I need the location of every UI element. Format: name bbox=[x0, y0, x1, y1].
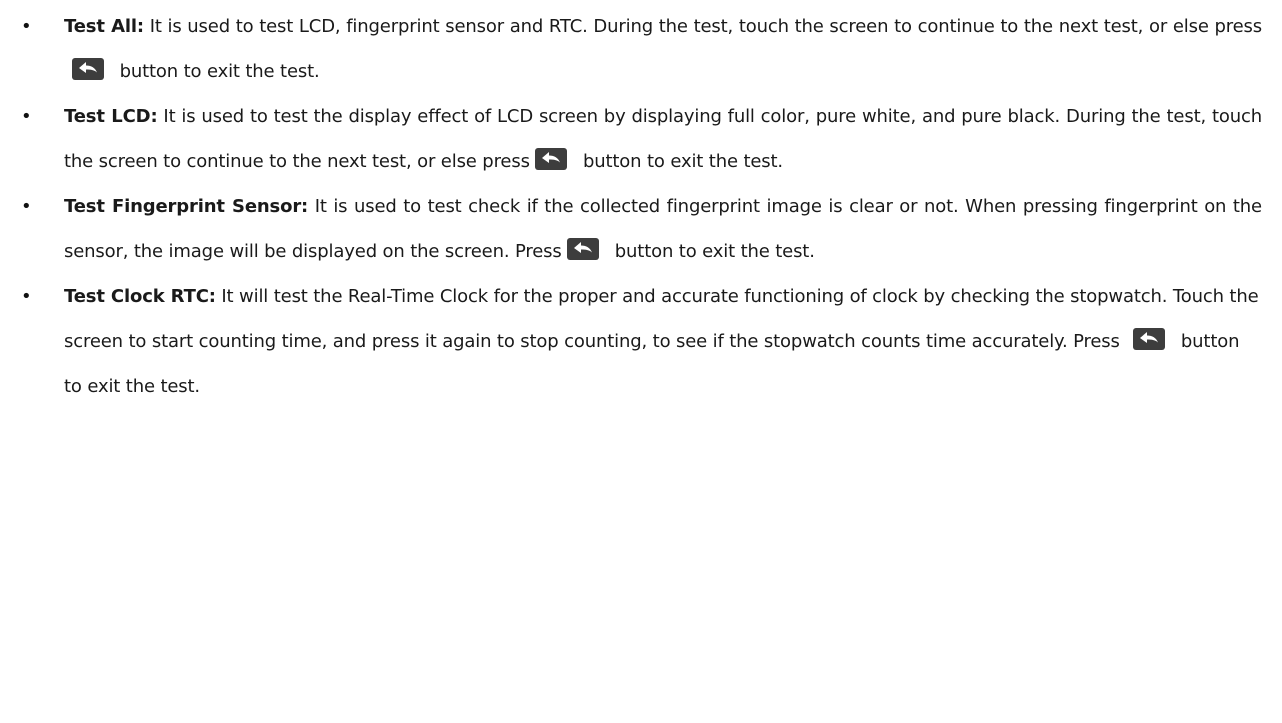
item-text-after: button to exit the test. bbox=[114, 61, 320, 82]
item-term: Test All: bbox=[64, 16, 144, 37]
bullet: • bbox=[21, 286, 32, 307]
list-item-test-fingerprint-sensor: • Test Fingerprint Sensor: It is used to… bbox=[0, 184, 1282, 274]
bullet: • bbox=[21, 16, 32, 37]
back-arrow-icon bbox=[567, 238, 600, 260]
list-item-test-all: • Test All: It is used to test LCD, fing… bbox=[0, 4, 1282, 94]
item-term: Test LCD: bbox=[64, 106, 158, 127]
bullet: • bbox=[21, 196, 32, 217]
back-arrow-icon bbox=[72, 58, 104, 80]
bullet: • bbox=[21, 106, 32, 127]
item-term: Test Clock RTC: bbox=[64, 286, 216, 307]
document-body: • Test All: It is used to test LCD, fing… bbox=[0, 4, 1282, 409]
item-text: It will test the Real-Time Clock for the… bbox=[64, 286, 1259, 352]
back-arrow-icon bbox=[1133, 328, 1166, 350]
list-item-test-clock-rtc: • Test Clock RTC: It will test the Real-… bbox=[0, 274, 1282, 409]
item-text: It is used to test LCD, fingerprint sens… bbox=[143, 16, 1262, 37]
list-item-test-lcd: • Test LCD: It is used to test the displ… bbox=[0, 94, 1282, 184]
back-arrow-icon bbox=[535, 148, 568, 170]
item-text-after: button to exit the test. bbox=[609, 241, 815, 262]
item-term: Test Fingerprint Sensor: bbox=[64, 196, 309, 217]
item-text-after: button to exit the test. bbox=[577, 151, 783, 172]
